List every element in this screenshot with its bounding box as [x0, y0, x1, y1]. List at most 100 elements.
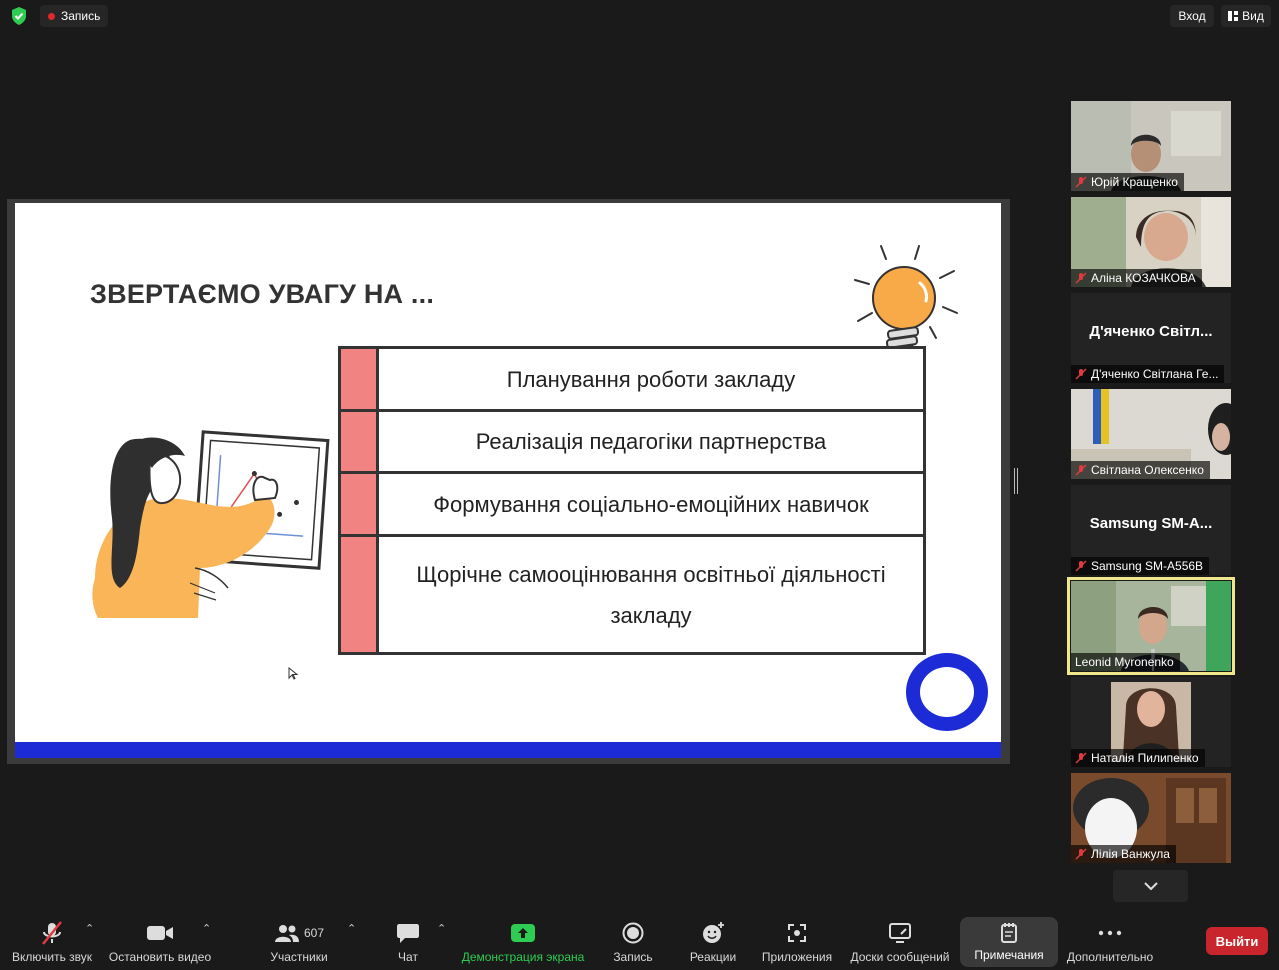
whiteboards-label: Доски сообщений [850, 950, 950, 964]
notes-icon [1001, 923, 1017, 943]
presentation-slide: ЗВЕРТАЄМО УВАГУ НА ... Планування роботи… [15, 203, 1001, 758]
mic-muted-icon [1075, 560, 1087, 572]
participant-tile[interactable]: Світлана Олексенко [1071, 389, 1231, 479]
list-item-text: Щорічне самооцінювання освітньої діяльно… [416, 561, 886, 628]
recording-dot-icon [48, 12, 55, 20]
participant-display-name: Д'яченко Світл... [1089, 323, 1213, 340]
participants-icon [274, 925, 299, 942]
list-item-accent [341, 474, 379, 534]
participant-name-tag: Д'яченко Світлана Ге... [1071, 365, 1225, 383]
slide-title: ЗВЕРТАЄМО УВАГУ НА ... [90, 279, 435, 309]
top-bar: Запись Вход Вид [0, 0, 1279, 32]
participant-tile[interactable]: Аліна КОЗАЧКОВА [1071, 197, 1231, 287]
apps-label: Приложения [761, 950, 833, 964]
mic-muted-icon [42, 921, 62, 945]
whiteboards-button[interactable]: Доски сообщений [846, 912, 954, 970]
stop-video-button[interactable]: Остановить видео [106, 912, 214, 970]
security-shield-icon[interactable] [9, 6, 29, 26]
unmute-label: Включить звук [11, 950, 93, 964]
share-screen-label: Демонстрация экрана [461, 950, 585, 964]
list-item: Планування роботи закладу [341, 349, 923, 412]
meeting-toolbar: Включить звук ⌃ Остановить видео ⌃ 607 У… [0, 912, 1279, 970]
notes-button[interactable]: Примечания [960, 917, 1058, 967]
chat-options-caret[interactable]: ⌃ [437, 922, 446, 935]
slide-bottom-bar [15, 742, 1001, 758]
mic-muted-icon [1075, 464, 1087, 476]
participant-name-tag: Samsung SM-A556B [1071, 557, 1210, 575]
recording-indicator[interactable]: Запись [40, 5, 109, 27]
record-label: Запись [613, 950, 653, 964]
list-item-text: Планування роботи закладу [506, 366, 796, 392]
share-screen-icon [511, 924, 535, 942]
scroll-participants-down-button[interactable] [1113, 870, 1188, 902]
participant-tile[interactable]: Наталія Пилипенко [1071, 677, 1231, 767]
mic-muted-icon [1075, 368, 1087, 380]
apps-button[interactable]: Приложения [758, 912, 836, 970]
mic-muted-icon [1075, 272, 1087, 284]
list-item-accent [341, 349, 379, 409]
participant-tile[interactable]: Лілія Ванжула [1071, 773, 1231, 863]
participants-options-caret[interactable]: ⌃ [347, 922, 356, 935]
decorative-ring [906, 653, 988, 731]
grid-view-icon [1228, 11, 1239, 21]
chat-bubble-icon [397, 924, 419, 943]
chat-button[interactable]: Чат [386, 912, 430, 970]
list-item-text: Реалізація педагогіки партнерства [475, 429, 827, 454]
enter-label: Вход [1178, 9, 1206, 23]
participant-name-tag: Світлана Олексенко [1071, 461, 1210, 479]
apps-icon [788, 924, 806, 942]
unmute-button[interactable]: Включить звук [8, 912, 96, 970]
reactions-button[interactable]: Реакции [686, 912, 740, 970]
teacher-illustration [92, 430, 330, 618]
participant-name-tag: Наталія Пилипенко [1071, 749, 1205, 767]
whiteboard-icon [889, 923, 911, 943]
enter-button[interactable]: Вход [1170, 5, 1214, 27]
focus-list: Планування роботи закладу Реалізація пед… [338, 346, 926, 655]
list-item: Реалізація педагогіки партнерства [341, 412, 923, 474]
participant-name-tag: Leonid Myronenko [1071, 653, 1180, 671]
list-item-text: Формування соціально-емоційних навичок [433, 491, 869, 517]
chevron-down-icon [1143, 882, 1158, 891]
participant-name: Samsung SM-A556B [1091, 559, 1204, 573]
lightbulb-icon [854, 245, 958, 358]
recording-label: Запись [61, 9, 101, 23]
reactions-label: Реакции [689, 950, 737, 964]
notes-label: Примечания [974, 948, 1044, 962]
mic-muted-icon [1075, 752, 1087, 764]
more-button[interactable]: Дополнительно [1062, 912, 1158, 970]
participant-name-tag: Лілія Ванжула [1071, 845, 1176, 863]
panel-resize-handle[interactable] [1014, 468, 1018, 494]
participant-tile[interactable]: Юрій Кращенко [1071, 101, 1231, 191]
participant-name: Юрій Кращенко [1091, 175, 1178, 189]
video-camera-icon [147, 926, 173, 940]
list-item-accent [341, 537, 379, 652]
participant-tile-active-speaker[interactable]: Leonid Myronenko [1067, 577, 1235, 675]
participant-name: Світлана Олексенко [1091, 463, 1204, 477]
participant-name-tag: Аліна КОЗАЧКОВА [1071, 269, 1202, 287]
stop-video-label: Остановить видео [108, 950, 212, 964]
participant-name: Лілія Ванжула [1091, 847, 1170, 861]
view-label: Вид [1242, 9, 1264, 23]
record-icon [622, 922, 644, 944]
leave-meeting-button[interactable]: Выйти [1206, 927, 1268, 955]
participant-name: Наталія Пилипенко [1091, 751, 1199, 765]
participant-name: Аліна КОЗАЧКОВА [1091, 271, 1196, 285]
list-item: Формування соціально-емоційних навичок [341, 474, 923, 537]
participant-tile[interactable]: Samsung SM-A... Samsung SM-A556B [1071, 485, 1231, 575]
reactions-icon [703, 922, 724, 943]
participants-button[interactable]: 607 Участники [262, 912, 336, 970]
list-item-accent [341, 412, 379, 471]
record-button[interactable]: Запись [608, 912, 658, 970]
more-dots-icon [1098, 930, 1122, 936]
mic-muted-icon [1075, 848, 1087, 860]
participant-name-tag: Юрій Кращенко [1071, 173, 1184, 191]
view-button[interactable]: Вид [1221, 5, 1271, 27]
participant-name: Leonid Myronenko [1075, 655, 1174, 669]
share-screen-button[interactable]: Демонстрация экрана [458, 912, 588, 970]
video-options-caret[interactable]: ⌃ [202, 922, 211, 935]
participant-name: Д'яченко Світлана Ге... [1091, 367, 1219, 381]
more-label: Дополнительно [1066, 950, 1154, 964]
participant-tile[interactable]: Д'яченко Світл... Д'яченко Світлана Ге..… [1071, 293, 1231, 383]
audio-options-caret[interactable]: ⌃ [85, 922, 94, 935]
mic-muted-icon [1075, 176, 1087, 188]
